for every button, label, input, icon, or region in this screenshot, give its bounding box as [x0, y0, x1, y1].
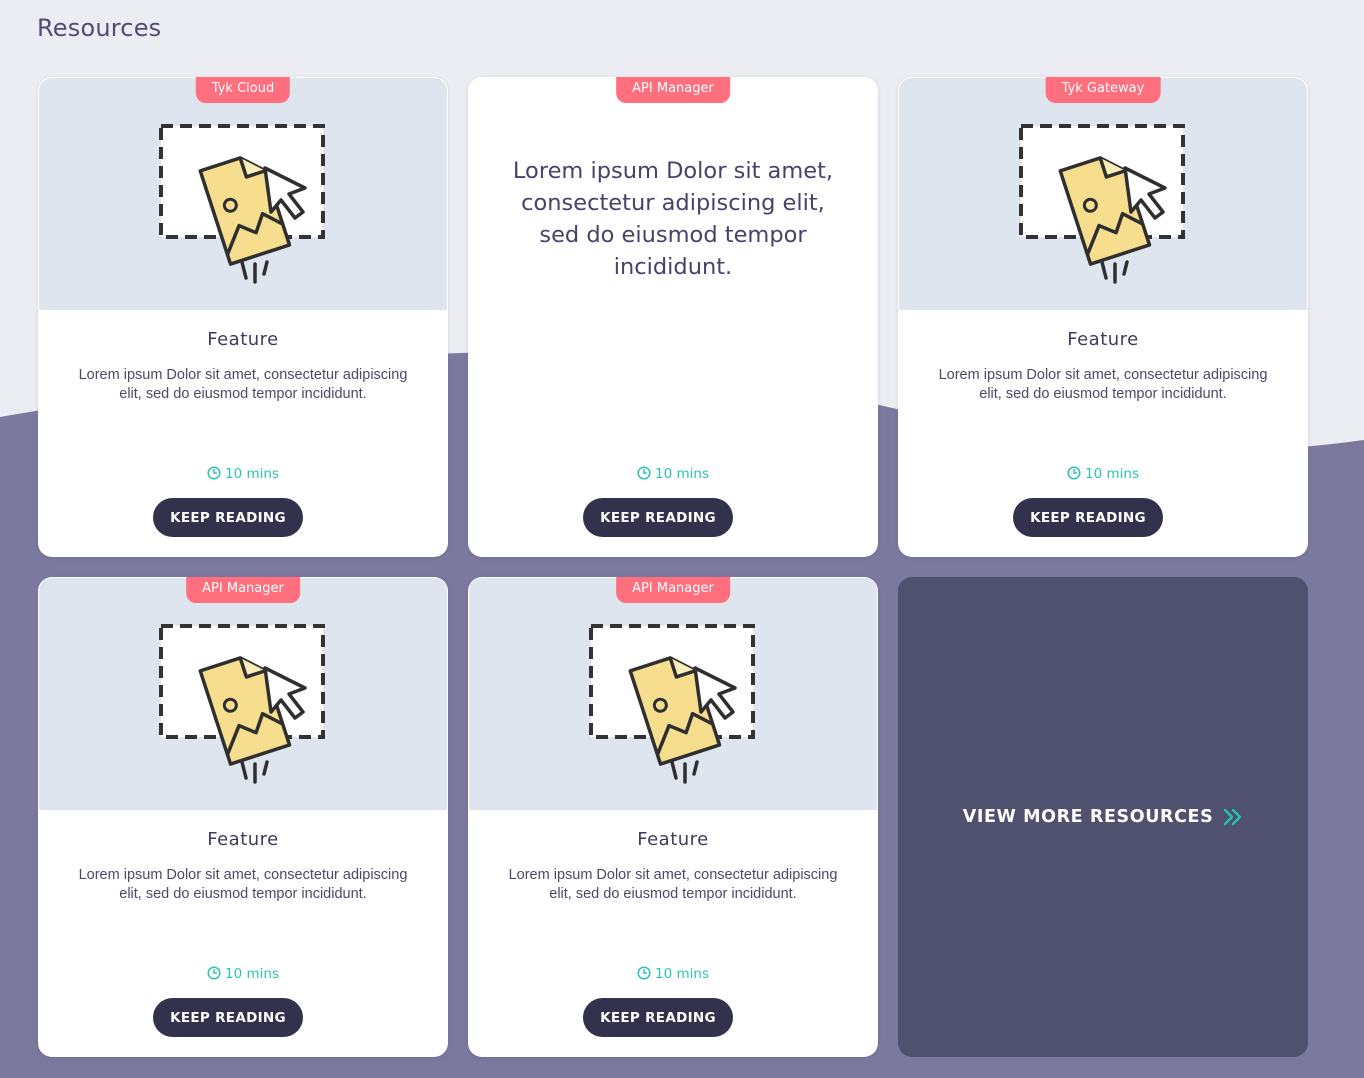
keep-reading-button[interactable]: KEEP READING	[583, 498, 733, 537]
page-title: Resources	[37, 14, 162, 42]
keep-reading-button[interactable]: KEEP READING	[1013, 498, 1163, 537]
view-more-resources-link[interactable]: VIEW MORE RESOURCES	[898, 577, 1308, 1057]
category-tag: Tyk Cloud	[195, 77, 291, 103]
category-tag: API Manager	[616, 77, 730, 103]
read-time-label: 10 mins	[225, 466, 279, 482]
keep-reading-button[interactable]: KEEP READING	[583, 998, 733, 1037]
card-title: Feature	[207, 829, 279, 850]
read-time: 10 mins	[38, 466, 448, 482]
card-image	[899, 78, 1307, 310]
clock-icon	[207, 466, 221, 480]
card-description: Lorem ipsum Dolor sit amet, consectetur …	[78, 867, 408, 902]
card-description: Lorem ipsum Dolor sit amet, consectetur …	[938, 367, 1268, 402]
category-tag: API Manager	[186, 577, 300, 603]
card-image	[469, 578, 877, 810]
clock-icon	[207, 966, 221, 980]
clock-icon	[637, 966, 651, 980]
keep-reading-button[interactable]: KEEP READING	[153, 998, 303, 1037]
card-title: Feature	[637, 829, 709, 850]
read-time: 10 mins	[468, 966, 878, 982]
read-time: 10 mins	[38, 966, 448, 982]
resource-card[interactable]: API Manager Feature Lorem ipsum Dolor si…	[468, 577, 878, 1057]
read-time: 10 mins	[898, 466, 1308, 482]
resource-card[interactable]: API Manager Lorem ipsum Dolor sit amet, …	[468, 77, 878, 557]
card-quote: Lorem ipsum Dolor sit amet, consectetur …	[512, 158, 834, 280]
double-chevron-right-icon	[1224, 808, 1242, 826]
read-time: 10 mins	[468, 466, 878, 482]
read-time-label: 10 mins	[655, 466, 709, 482]
file-upload-illustration-icon	[159, 124, 325, 284]
card-description: Lorem ipsum Dolor sit amet, consectetur …	[78, 367, 408, 402]
read-time-label: 10 mins	[1085, 466, 1139, 482]
file-upload-illustration-icon	[589, 624, 755, 784]
category-tag: Tyk Gateway	[1045, 77, 1161, 103]
resource-card[interactable]: Tyk Gateway Feature Lorem ipsum Dolor si…	[898, 77, 1308, 557]
clock-icon	[1067, 466, 1081, 480]
resource-card[interactable]: API Manager Feature Lorem ipsum Dolor si…	[38, 577, 448, 1057]
read-time-label: 10 mins	[655, 966, 709, 982]
card-description: Lorem ipsum Dolor sit amet, consectetur …	[508, 867, 838, 902]
card-title: Feature	[207, 329, 279, 350]
view-more-label: VIEW MORE RESOURCES	[962, 807, 1214, 827]
resource-card[interactable]: Tyk Cloud Feature Lorem ipsum Dolor sit …	[38, 77, 448, 557]
card-image	[39, 78, 447, 310]
clock-icon	[637, 466, 651, 480]
category-tag: API Manager	[616, 577, 730, 603]
read-time-label: 10 mins	[225, 966, 279, 982]
file-upload-illustration-icon	[1019, 124, 1185, 284]
file-upload-illustration-icon	[159, 624, 325, 784]
card-image	[39, 578, 447, 810]
keep-reading-button[interactable]: KEEP READING	[153, 498, 303, 537]
card-title: Feature	[1067, 329, 1139, 350]
